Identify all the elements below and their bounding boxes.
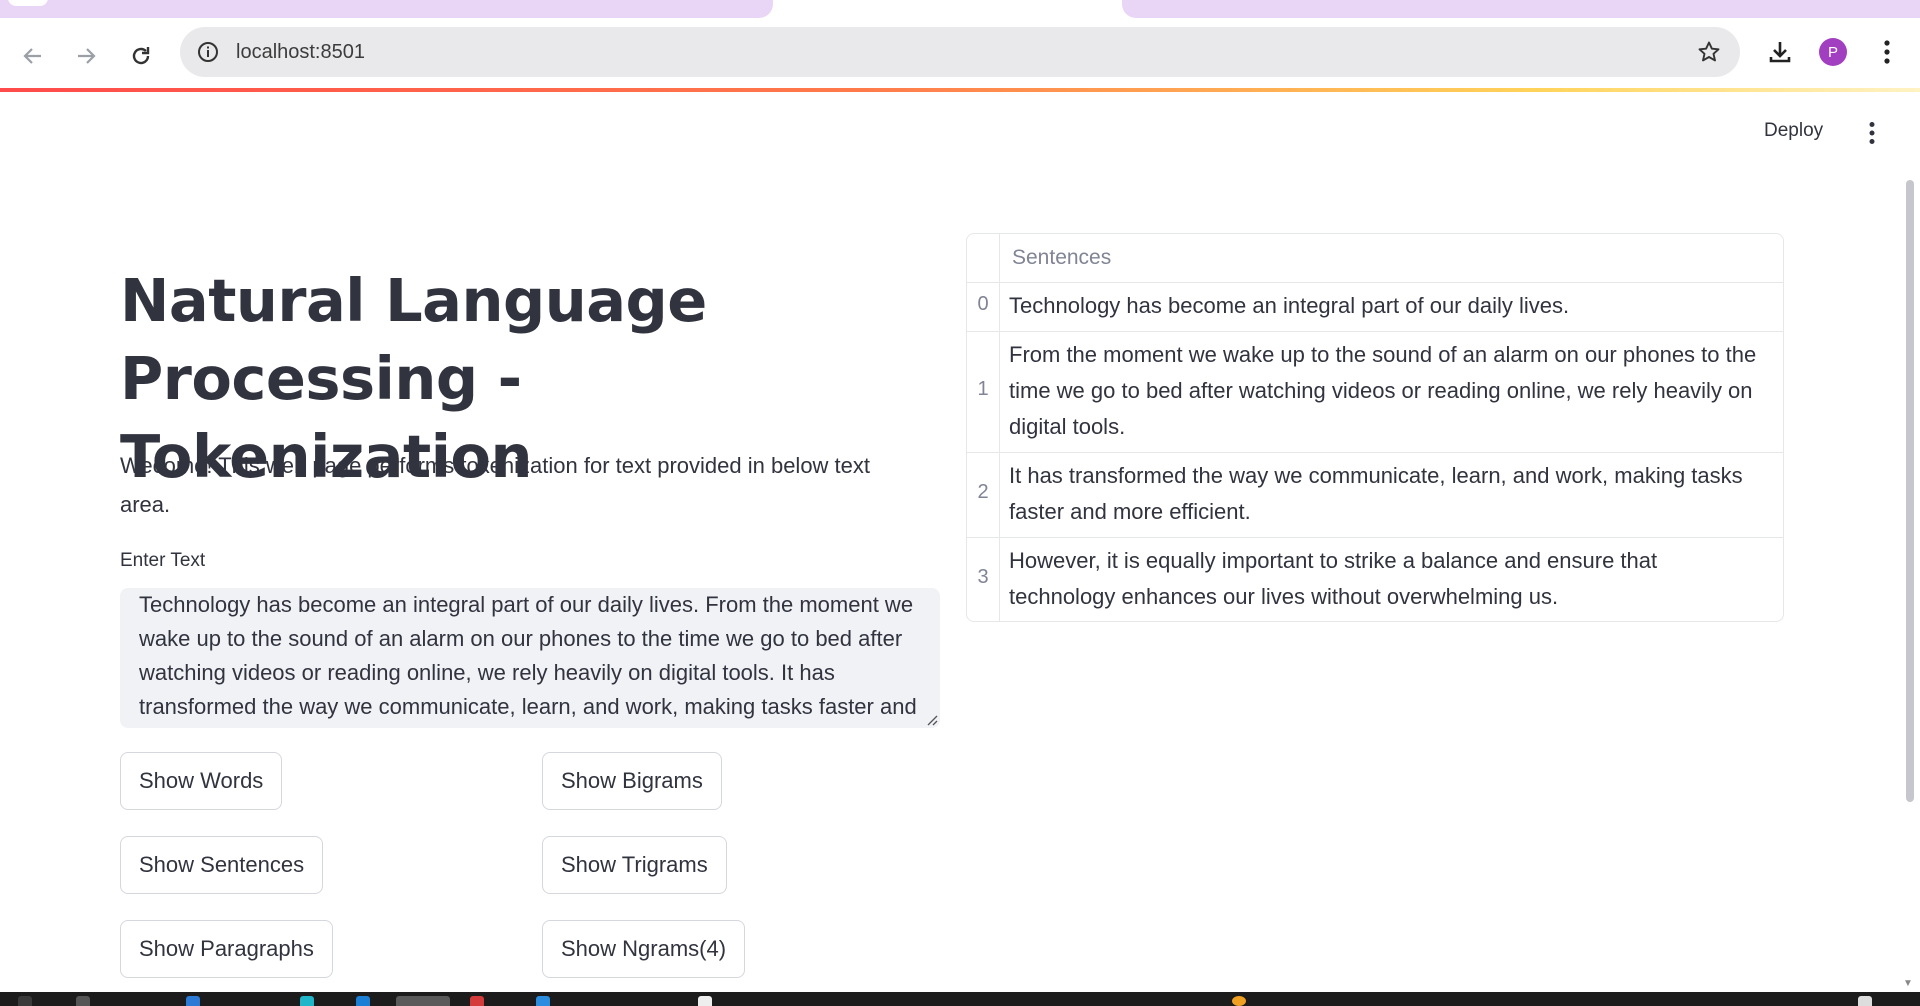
table-row[interactable]: 1 From the moment we wake up to the soun… [967, 331, 1783, 453]
forward-button[interactable] [70, 40, 102, 72]
back-arrow-icon [23, 48, 41, 64]
back-button[interactable] [17, 40, 49, 72]
url-text[interactable]: localhost:8501 [236, 41, 365, 64]
vertical-dots-icon [1884, 40, 1890, 64]
show-words-button[interactable]: Show Words [120, 752, 283, 810]
taskbar-app-icon[interactable] [470, 996, 484, 1006]
taskbar-app-icon[interactable] [186, 996, 200, 1006]
profile-avatar[interactable]: P [1819, 38, 1847, 66]
taskbar-app-icon[interactable] [300, 996, 314, 1006]
intro-text: Wecome! This web page performs tokenizat… [120, 453, 871, 517]
browser-menu-button[interactable] [1871, 36, 1903, 68]
avatar-initial: P [1827, 43, 1838, 61]
resize-handle-icon[interactable] [926, 714, 938, 726]
row-text[interactable]: From the moment we wake up to the sound … [1009, 337, 1769, 445]
tab-strip [0, 0, 1920, 18]
tab-corner [8, 0, 48, 6]
show-bigrams-button[interactable]: Show Bigrams [542, 752, 722, 810]
show-ngrams-button[interactable]: Show Ngrams(4) [542, 920, 746, 978]
row-index: 0 [977, 293, 989, 315]
text-input-value[interactable]: Technology has become an integral part o… [139, 588, 929, 728]
row-index: 1 [977, 378, 989, 400]
column-header-sentences[interactable]: Sentences [1012, 246, 1111, 270]
app-decoration-bar [0, 88, 1920, 92]
forward-arrow-icon [78, 48, 96, 64]
taskbar-app-icon[interactable] [698, 996, 712, 1006]
row-index: 2 [977, 481, 989, 503]
taskbar-app-icon[interactable] [1232, 996, 1246, 1006]
notification-icon[interactable] [1858, 996, 1872, 1006]
download-button[interactable] [1764, 36, 1796, 68]
show-trigrams-button[interactable]: Show Trigrams [542, 836, 727, 894]
browser-toolbar: localhost:8501 P [0, 18, 1920, 88]
table-row[interactable]: 3 However, it is equally important to st… [967, 537, 1783, 621]
start-icon[interactable] [18, 996, 32, 1006]
row-text[interactable]: It has transformed the way we communicat… [1009, 458, 1769, 530]
reload-icon [132, 47, 150, 65]
row-index: 3 [977, 566, 989, 588]
deploy-button[interactable]: Deploy [1756, 116, 1831, 146]
sentences-table[interactable]: Sentences 0 Technology has become an int… [966, 233, 1784, 622]
show-paragraphs-button[interactable]: Show Paragraphs [120, 920, 333, 978]
browser-tab[interactable] [0, 0, 773, 18]
text-input-label: Enter Text [120, 550, 206, 571]
table-header: Sentences [967, 234, 1783, 283]
browser-tab[interactable] [1122, 0, 1920, 18]
taskbar-app-icon[interactable] [356, 996, 370, 1006]
table-row[interactable]: 0 Technology has become an integral part… [967, 282, 1783, 332]
show-sentences-button[interactable]: Show Sentences [120, 836, 324, 894]
search-icon[interactable] [76, 996, 90, 1006]
download-icon [1769, 42, 1791, 63]
app-menu-button[interactable] [1858, 118, 1886, 148]
taskbar-active-app[interactable] [396, 996, 450, 1006]
reload-button[interactable] [125, 40, 157, 72]
address-bar[interactable]: localhost:8501 [180, 27, 1740, 77]
taskbar-app-icon[interactable] [536, 996, 550, 1006]
text-input-area[interactable]: Technology has become an integral part o… [120, 588, 940, 728]
page-scrollbar[interactable] [1906, 180, 1914, 802]
scroll-down-icon[interactable]: ▼ [1903, 978, 1913, 989]
os-taskbar [0, 992, 1920, 1006]
table-row[interactable]: 2 It has transformed the way we communic… [967, 452, 1783, 538]
bookmark-star-icon[interactable] [1696, 39, 1722, 65]
row-text[interactable]: However, it is equally important to stri… [1009, 543, 1769, 615]
row-text[interactable]: Technology has become an integral part o… [1009, 288, 1769, 324]
site-info-icon[interactable] [196, 40, 220, 64]
vertical-dots-icon [1869, 122, 1875, 144]
